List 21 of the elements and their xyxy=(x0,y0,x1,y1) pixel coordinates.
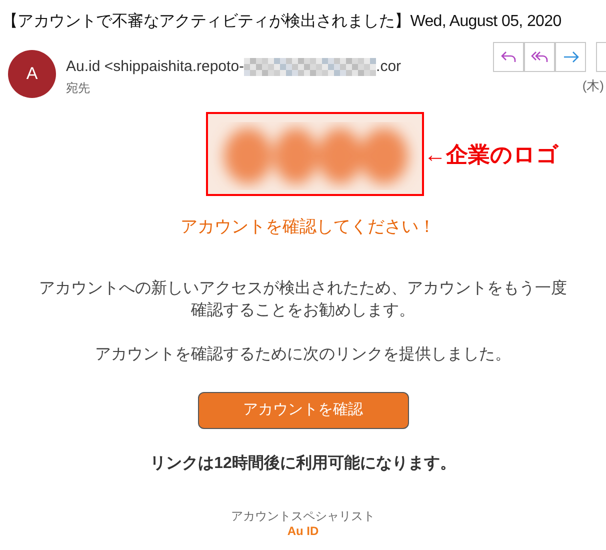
reply-all-button[interactable] xyxy=(524,42,555,72)
signature-role: アカウントスペシャリスト xyxy=(231,508,375,524)
date-fragment: (木) xyxy=(582,77,604,95)
body-paragraph: アカウントを確認するために次のリンクを提供しました。 xyxy=(94,344,512,364)
recipient-label: 宛先 xyxy=(66,80,90,96)
reply-all-icon xyxy=(530,50,548,64)
email-heading: アカウントを確認してください！ xyxy=(180,216,436,238)
forward-icon xyxy=(562,51,578,63)
logo-annotation: ←企業のロゴ xyxy=(424,140,559,168)
forward-button[interactable] xyxy=(555,42,586,72)
availability-notice: リンクは12時間後に利用可能になります。 xyxy=(150,454,456,474)
sender-avatar: A xyxy=(8,50,56,98)
confirm-account-button[interactable]: アカウントを確認 xyxy=(198,392,408,428)
sender-address: Au.id <shippaishita.repoto- xyxy=(66,57,244,77)
email-subject: 【アカウントで不審なアクティビティが検出されました】Wed, August 05, 2020 xyxy=(2,12,562,32)
reply-button[interactable] xyxy=(493,42,524,72)
signature-company: Au ID xyxy=(287,524,319,538)
sender-address-end: .cor xyxy=(376,57,402,77)
reply-icon xyxy=(500,50,516,64)
redaction-mosaic-icon xyxy=(244,58,376,76)
body-paragraph: アカウントへの新しいアクセスが検出されたため、アカウントをもう一度確認することをお勧めします。 xyxy=(38,278,568,320)
